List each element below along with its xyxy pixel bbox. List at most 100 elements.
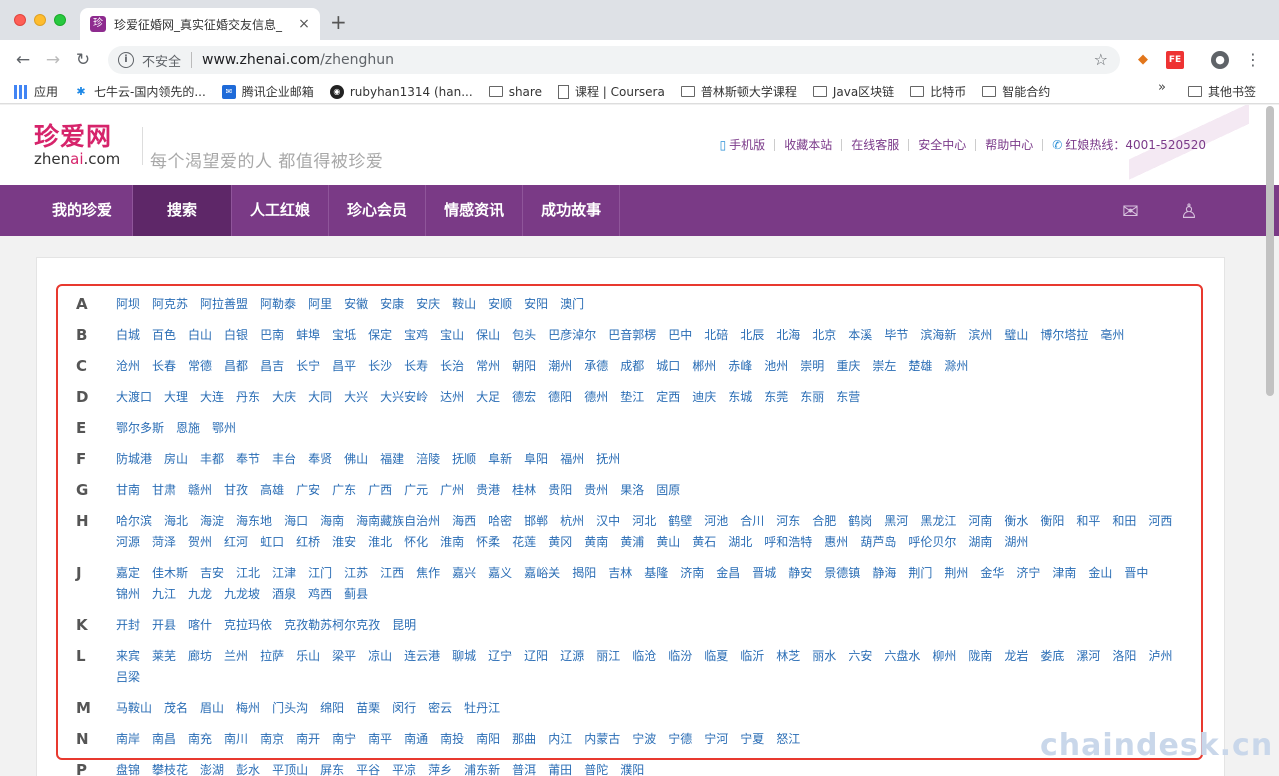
city-link[interactable]: 佳木斯 xyxy=(152,563,188,584)
city-link[interactable]: 阿勒泰 xyxy=(260,294,296,315)
city-link[interactable]: 荆门 xyxy=(908,563,932,584)
bookmarks-overflow-button[interactable]: » xyxy=(1158,80,1166,95)
mobile-link[interactable]: ▯ 手机版 xyxy=(711,139,776,151)
hotline-link[interactable]: ✆ 红娘热线：4001-520520 xyxy=(1043,139,1215,151)
browser-menu-icon[interactable]: ⋮ xyxy=(1244,51,1262,69)
city-link[interactable]: 常州 xyxy=(476,356,500,377)
city-link[interactable]: 莱芜 xyxy=(152,646,176,667)
city-link[interactable]: 北碚 xyxy=(704,325,728,346)
city-link[interactable]: 德宏 xyxy=(512,387,536,408)
city-link[interactable]: 德阳 xyxy=(548,387,572,408)
city-link[interactable]: 长春 xyxy=(152,356,176,377)
city-link[interactable]: 安顺 xyxy=(488,294,512,315)
minimize-window-button[interactable] xyxy=(34,14,46,26)
city-link[interactable]: 德州 xyxy=(584,387,608,408)
city-link[interactable]: 佛山 xyxy=(344,449,368,470)
city-link[interactable]: 晋中 xyxy=(1124,563,1148,584)
city-link[interactable]: 防城港 xyxy=(116,449,152,470)
forward-arrow-icon[interactable]: → xyxy=(38,50,68,70)
city-link[interactable]: 河南 xyxy=(968,511,992,532)
city-link[interactable]: 赤峰 xyxy=(728,356,752,377)
city-link[interactable]: 东城 xyxy=(728,387,752,408)
city-link[interactable]: 海南 xyxy=(320,511,344,532)
city-link[interactable]: 崇左 xyxy=(872,356,896,377)
city-link[interactable]: 林芝 xyxy=(776,646,800,667)
city-link[interactable]: 凉山 xyxy=(368,646,392,667)
city-link[interactable]: 黄南 xyxy=(584,532,608,553)
city-link[interactable]: 嘉峪关 xyxy=(524,563,560,584)
city-link[interactable]: 萍乡 xyxy=(428,760,452,776)
city-link[interactable]: 贵阳 xyxy=(548,480,572,501)
city-link[interactable]: 北海 xyxy=(776,325,800,346)
city-link[interactable]: 哈密 xyxy=(488,511,512,532)
city-link[interactable]: 甘肃 xyxy=(152,480,176,501)
city-link[interactable]: 白银 xyxy=(224,325,248,346)
city-link[interactable]: 吉安 xyxy=(200,563,224,584)
city-link[interactable]: 江津 xyxy=(272,563,296,584)
city-link[interactable]: 抚州 xyxy=(596,449,620,470)
city-link[interactable]: 海口 xyxy=(284,511,308,532)
city-link[interactable]: 沧州 xyxy=(116,356,140,377)
city-link[interactable]: 重庆 xyxy=(836,356,860,377)
city-link[interactable]: 乐山 xyxy=(296,646,320,667)
city-link[interactable]: 海东地 xyxy=(236,511,272,532)
city-link[interactable]: 安康 xyxy=(380,294,404,315)
city-link[interactable]: 大理 xyxy=(164,387,188,408)
city-link[interactable]: 南阳 xyxy=(476,729,500,750)
city-link[interactable]: 抚顺 xyxy=(452,449,476,470)
other-bookmarks[interactable]: 其他书签 xyxy=(1188,83,1256,100)
city-link[interactable]: 南开 xyxy=(296,729,320,750)
city-link[interactable]: 开县 xyxy=(152,615,176,636)
city-link[interactable]: 贺州 xyxy=(188,532,212,553)
city-link[interactable]: 基隆 xyxy=(644,563,668,584)
city-link[interactable]: 房山 xyxy=(164,449,188,470)
city-link[interactable]: 吕梁 xyxy=(116,667,140,688)
city-link[interactable]: 百色 xyxy=(152,325,176,346)
city-link[interactable]: 梁平 xyxy=(332,646,356,667)
city-link[interactable]: 鄂州 xyxy=(212,418,236,439)
city-link[interactable]: 宁波 xyxy=(632,729,656,750)
city-link[interactable]: 南充 xyxy=(188,729,212,750)
city-link[interactable]: 虹口 xyxy=(260,532,284,553)
city-link[interactable]: 南川 xyxy=(224,729,248,750)
city-link[interactable]: 梅州 xyxy=(236,698,260,719)
city-link[interactable]: 白城 xyxy=(116,325,140,346)
city-link[interactable]: 阿克苏 xyxy=(152,294,188,315)
city-link[interactable]: 湖南 xyxy=(968,532,992,553)
city-link[interactable]: 滁州 xyxy=(944,356,968,377)
city-link[interactable]: 哈尔滨 xyxy=(116,511,152,532)
city-link[interactable]: 楚雄 xyxy=(908,356,932,377)
metamask-extension-icon[interactable]: ◆ xyxy=(1134,51,1152,69)
city-link[interactable]: 衡水 xyxy=(1004,511,1028,532)
city-link[interactable]: 阿里 xyxy=(308,294,332,315)
city-link[interactable]: 江门 xyxy=(308,563,332,584)
city-link[interactable]: 黄石 xyxy=(692,532,716,553)
city-link[interactable]: 泸州 xyxy=(1148,646,1172,667)
city-link[interactable]: 杭州 xyxy=(560,511,584,532)
city-link[interactable]: 东丽 xyxy=(800,387,824,408)
city-link[interactable]: 盘锦 xyxy=(116,760,140,776)
city-link[interactable]: 彭水 xyxy=(236,760,260,776)
close-tab-icon[interactable]: × xyxy=(296,16,312,32)
city-link[interactable]: 邯郸 xyxy=(524,511,548,532)
city-link[interactable]: 拉萨 xyxy=(260,646,284,667)
city-link[interactable]: 菏泽 xyxy=(152,532,176,553)
city-link[interactable]: 郴州 xyxy=(692,356,716,377)
city-link[interactable]: 河池 xyxy=(704,511,728,532)
city-link[interactable]: 达州 xyxy=(440,387,464,408)
city-link[interactable]: 汉中 xyxy=(596,511,620,532)
city-link[interactable]: 黑河 xyxy=(884,511,908,532)
city-link[interactable]: 兰州 xyxy=(224,646,248,667)
city-link[interactable]: 宝鸡 xyxy=(404,325,428,346)
city-link[interactable]: 南宁 xyxy=(332,729,356,750)
city-link[interactable]: 保山 xyxy=(476,325,500,346)
city-link[interactable]: 平顶山 xyxy=(272,760,308,776)
city-link[interactable]: 那曲 xyxy=(512,729,536,750)
nav-my-zhenai[interactable]: 我的珍爱 xyxy=(34,185,134,236)
city-link[interactable]: 长寿 xyxy=(404,356,428,377)
city-link[interactable]: 澎湖 xyxy=(200,760,224,776)
city-link[interactable]: 临汾 xyxy=(668,646,692,667)
nav-news[interactable]: 情感资讯 xyxy=(426,185,524,236)
city-link[interactable]: 辽源 xyxy=(560,646,584,667)
city-link[interactable]: 娄底 xyxy=(1040,646,1064,667)
